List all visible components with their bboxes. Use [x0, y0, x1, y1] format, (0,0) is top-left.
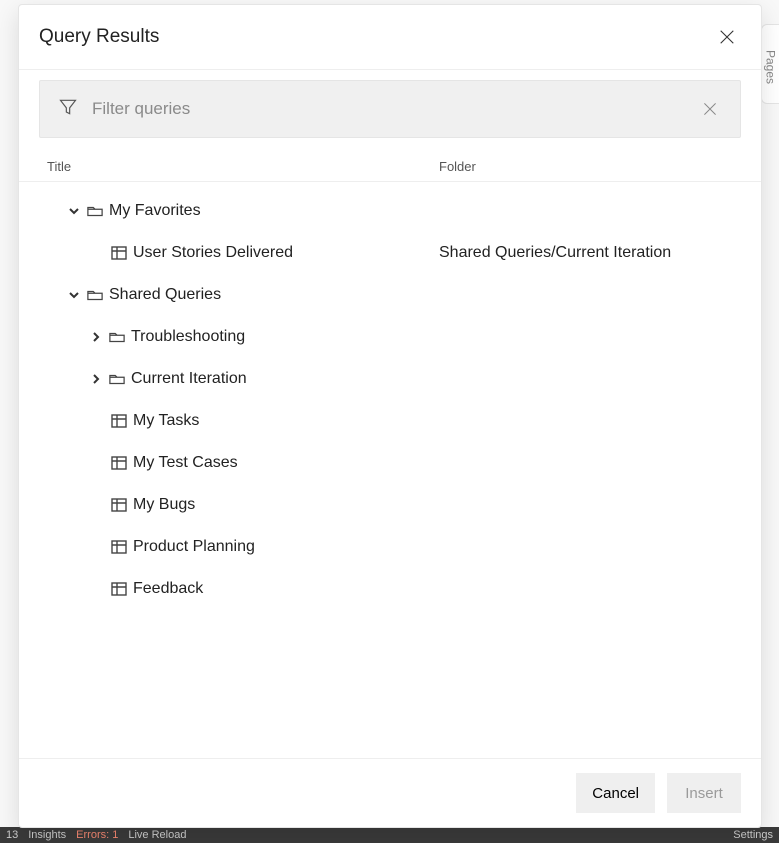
chevron-down-icon: [67, 290, 81, 300]
background-status-bar: 13 Insights Errors: 1 Live Reload Settin…: [0, 827, 779, 843]
folder-icon: [109, 371, 125, 387]
tree-query-product-planning[interactable]: Product Planning: [19, 526, 761, 568]
tree-label: Product Planning: [133, 538, 255, 556]
status-text: 13: [6, 829, 18, 841]
column-headers: Title Folder: [19, 152, 761, 182]
tree-label: Current Iteration: [131, 370, 247, 388]
tree-folder-shared-queries[interactable]: Shared Queries: [19, 274, 761, 316]
query-icon: [111, 245, 127, 261]
chevron-down-icon: [67, 206, 81, 216]
tree-query-my-tasks[interactable]: My Tasks: [19, 400, 761, 442]
background-pages-tab: Pages: [761, 24, 779, 104]
query-tree: My Favorites User Stories Delivered Shar…: [19, 182, 761, 758]
chevron-right-icon: [89, 332, 103, 342]
tree-query-my-test-cases[interactable]: My Test Cases: [19, 442, 761, 484]
close-icon: [702, 101, 718, 117]
close-button[interactable]: [713, 23, 741, 51]
dialog-header: Query Results: [19, 5, 761, 69]
query-icon: [111, 539, 127, 555]
filter-icon: [58, 97, 78, 122]
tree-query-my-bugs[interactable]: My Bugs: [19, 484, 761, 526]
query-icon: [111, 581, 127, 597]
chevron-right-icon: [89, 374, 103, 384]
filter-input[interactable]: [90, 98, 698, 120]
cancel-button[interactable]: Cancel: [576, 773, 655, 813]
folder-icon: [109, 329, 125, 345]
tree-label: Troubleshooting: [131, 328, 245, 346]
status-text: Insights: [28, 829, 66, 841]
tree-label: Feedback: [133, 580, 203, 598]
status-settings: Settings: [733, 829, 773, 841]
column-header-folder: Folder: [439, 159, 733, 174]
search-wrap: [19, 70, 761, 152]
clear-search-button[interactable]: [698, 97, 722, 121]
search-box: [39, 80, 741, 138]
folder-icon: [87, 203, 103, 219]
tree-label: My Test Cases: [133, 454, 238, 472]
status-errors: Errors: 1: [76, 829, 118, 841]
status-text: Live Reload: [128, 829, 186, 841]
dialog-title: Query Results: [39, 26, 159, 48]
folder-icon: [87, 287, 103, 303]
query-icon: [111, 413, 127, 429]
tree-folder-current-iteration[interactable]: Current Iteration: [19, 358, 761, 400]
tree-query-feedback[interactable]: Feedback: [19, 568, 761, 610]
insert-button[interactable]: Insert: [667, 773, 741, 813]
query-icon: [111, 455, 127, 471]
tree-label: User Stories Delivered: [133, 244, 293, 262]
tree-folder-path: Shared Queries/Current Iteration: [439, 244, 761, 262]
close-icon: [718, 28, 736, 46]
query-icon: [111, 497, 127, 513]
tree-folder-troubleshooting[interactable]: Troubleshooting: [19, 316, 761, 358]
tree-label: My Tasks: [133, 412, 199, 430]
tree-query-user-stories-delivered[interactable]: User Stories Delivered Shared Queries/Cu…: [19, 232, 761, 274]
tree-label: Shared Queries: [109, 286, 221, 304]
column-header-title: Title: [47, 159, 439, 174]
tree-label: My Favorites: [109, 202, 201, 220]
tree-folder-my-favorites[interactable]: My Favorites: [19, 190, 761, 232]
query-results-dialog: Query Results Title Folder: [18, 4, 762, 828]
tree-label: My Bugs: [133, 496, 195, 514]
dialog-footer: Cancel Insert: [19, 758, 761, 827]
